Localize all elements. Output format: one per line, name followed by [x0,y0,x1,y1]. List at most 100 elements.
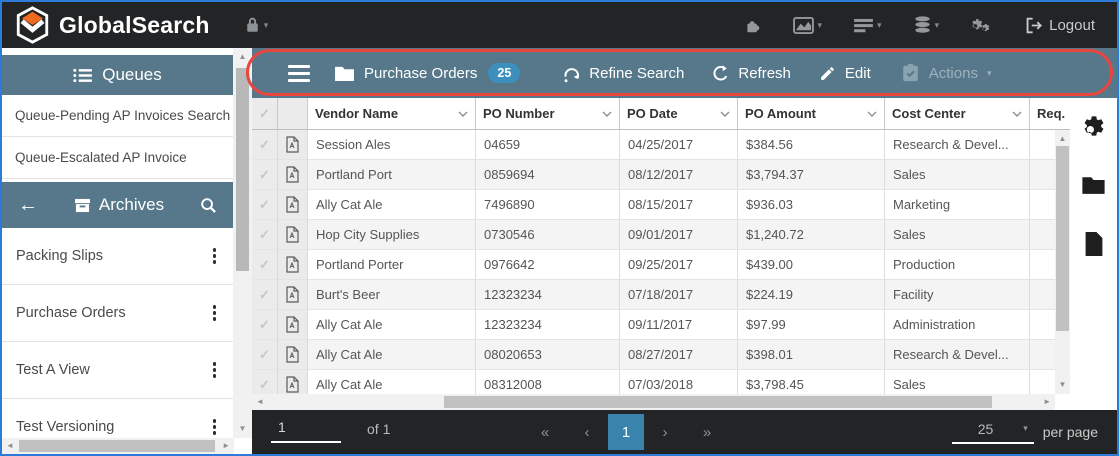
table-row-2[interactable]: ✓ Ally Cat Ale749689008/15/2017$936.03Ma… [252,190,1070,220]
kebab-menu-icon[interactable] [208,415,222,439]
column-header-req[interactable]: Req. [1030,98,1070,129]
database-menu[interactable]: ▾ [914,16,940,34]
lists-menu[interactable]: ▾ [854,18,882,33]
scrollbar-thumb[interactable] [19,440,215,452]
workflow-puzzle-icon[interactable] [744,17,761,34]
edit-button[interactable]: Edit [819,65,871,82]
app-title: GlobalSearch [59,12,210,39]
current-page-button[interactable]: 1 [608,414,644,450]
brand[interactable]: GlobalSearch [2,6,210,44]
sort-chevron-icon[interactable] [720,111,730,117]
scroll-left-arrow-icon[interactable]: ◄ [6,438,14,454]
last-page-button[interactable]: » [686,424,728,441]
sidebar-queue-item-1[interactable]: Queue-Escalated AP Invoice [2,137,233,179]
table-row-8[interactable]: ✓ Ally Cat Ale0831200807/03/2018$3,798.4… [252,370,1070,394]
row-document-cell[interactable] [278,370,308,394]
queues-header[interactable]: Queues [2,55,233,95]
select-all-column-header[interactable]: ✓ [252,98,278,129]
sort-chevron-icon[interactable] [867,111,877,117]
logout-icon [1025,17,1042,34]
cell-po_amount: $3,798.45 [738,370,885,394]
row-select-checkbox[interactable]: ✓ [252,160,278,189]
settings-cogs-icon[interactable] [971,16,993,35]
archives-title-button[interactable]: Archives [38,195,200,215]
logout-button[interactable]: Logout [1025,17,1095,34]
sidebar-horizontal-scrollbar[interactable]: ◄ ► [2,438,234,454]
menu-hamburger-icon[interactable] [288,65,310,82]
row-select-checkbox[interactable]: ✓ [252,130,278,159]
cell-cost_center: Sales [885,220,1030,249]
column-header-cost[interactable]: Cost Center [885,98,1030,129]
rail-folder-icon[interactable] [1081,175,1106,195]
dashboards-menu[interactable]: ▾ [793,17,823,34]
column-header-vendor[interactable]: Vendor Name [308,98,476,129]
table-row-6[interactable]: ✓ Ally Cat Ale1232323409/11/2017$97.99Ad… [252,310,1070,340]
row-select-checkbox[interactable]: ✓ [252,340,278,369]
scroll-up-arrow-icon[interactable]: ▲ [1055,132,1070,146]
kebab-menu-icon[interactable] [208,301,222,325]
sidebar-vertical-scrollbar[interactable]: ▲ ▼ [233,48,252,438]
actions-menu-disabled[interactable]: Actions ▾ [901,63,992,83]
sidebar-archive-item-2[interactable]: Test A View [2,342,233,399]
previous-page-button[interactable]: ‹ [566,424,608,441]
rail-document-icon[interactable] [1084,232,1104,256]
first-page-button[interactable]: « [524,424,566,441]
table-row-4[interactable]: ✓ Portland Porter097664209/25/2017$439.0… [252,250,1070,280]
refresh-button[interactable]: Refresh [711,64,791,83]
refine-search-button[interactable]: Refine Search [562,64,684,83]
scrollbar-thumb[interactable] [444,396,992,408]
row-select-checkbox[interactable]: ✓ [252,370,278,394]
row-select-checkbox[interactable]: ✓ [252,280,278,309]
row-select-checkbox[interactable]: ✓ [252,310,278,339]
archive-tab[interactable]: Purchase Orders 25 [334,63,520,83]
column-header-poamt[interactable]: PO Amount [738,98,885,129]
sort-chevron-icon[interactable] [602,111,612,117]
scrollbar-thumb[interactable] [1056,146,1069,331]
row-select-checkbox[interactable]: ✓ [252,220,278,249]
next-page-button[interactable]: › [644,424,686,441]
table-row-7[interactable]: ✓ Ally Cat Ale0802065308/27/2017$398.01R… [252,340,1070,370]
cell-cost_center: Facility [885,280,1030,309]
row-document-cell[interactable] [278,280,308,309]
row-document-cell[interactable] [278,130,308,159]
row-document-cell[interactable] [278,340,308,369]
kebab-menu-icon[interactable] [208,244,222,268]
sort-chevron-icon[interactable] [1012,111,1022,117]
grid-horizontal-scrollbar[interactable]: ◄ ► [252,394,1055,410]
row-document-cell[interactable] [278,310,308,339]
scroll-up-arrow-icon[interactable]: ▲ [233,50,252,64]
page-size-select[interactable]: 25 ▾ [952,421,1034,444]
column-header-podate[interactable]: PO Date [620,98,738,129]
row-document-cell[interactable] [278,250,308,279]
table-row-3[interactable]: ✓ Hop City Supplies073054609/01/2017$1,2… [252,220,1070,250]
scroll-right-arrow-icon[interactable]: ► [1043,394,1051,410]
cell-cost_center: Marketing [885,190,1030,219]
sort-chevron-icon[interactable] [458,111,468,117]
back-arrow-icon[interactable]: ← [18,195,38,215]
scroll-left-arrow-icon[interactable]: ◄ [256,394,264,410]
table-row-0[interactable]: ✓ Session Ales0465904/25/2017$384.56Rese… [252,130,1070,160]
scroll-down-arrow-icon[interactable]: ▼ [1055,378,1070,392]
scroll-down-arrow-icon[interactable]: ▼ [233,422,252,436]
table-row-5[interactable]: ✓ Burt's Beer1232323407/18/2017$224.19Fa… [252,280,1070,310]
row-document-cell[interactable] [278,160,308,189]
pdf-document-icon [285,196,300,213]
main-panel: Purchase Orders 25 Refine Search [252,48,1117,454]
table-row-1[interactable]: ✓ Portland Port085969408/12/2017$3,794.3… [252,160,1070,190]
row-select-checkbox[interactable]: ✓ [252,190,278,219]
row-document-cell[interactable] [278,190,308,219]
lock-menu[interactable]: ▾ [244,16,269,34]
grid-settings-gear-icon[interactable] [1082,114,1106,138]
sidebar-archive-item-1[interactable]: Purchase Orders [2,285,233,342]
scrollbar-thumb[interactable] [236,68,249,271]
column-header-ponum[interactable]: PO Number [476,98,620,129]
archive-search-icon[interactable] [200,197,217,214]
sidebar-queue-item-0[interactable]: Queue-Pending AP Invoices Search [2,95,233,137]
kebab-menu-icon[interactable] [208,358,222,382]
row-document-cell[interactable] [278,220,308,249]
grid-vertical-scrollbar[interactable]: ▲ ▼ [1055,130,1070,394]
page-number-input[interactable]: 1 [271,419,341,443]
sidebar-archive-item-0[interactable]: Packing Slips [2,228,233,285]
scroll-right-arrow-icon[interactable]: ► [222,438,230,454]
row-select-checkbox[interactable]: ✓ [252,250,278,279]
